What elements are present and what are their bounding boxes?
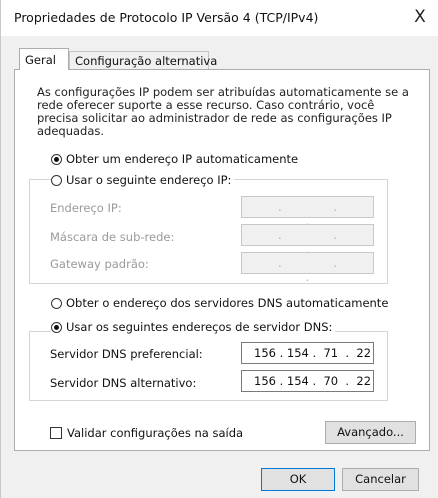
cancel-button[interactable]: Cancelar: [342, 468, 419, 491]
checkbox-unchecked-icon: [50, 427, 62, 439]
dns-preferred-label: Servidor DNS preferencial:: [50, 347, 203, 361]
ip-manual-label: Usar o seguinte endereço IP:: [66, 173, 232, 187]
dns-alternate-value: 156 . 154 . 70 . 22: [254, 374, 372, 388]
radio-selected-icon: [51, 322, 62, 333]
dns-alternate-input[interactable]: 156 . 154 . 70 . 22: [241, 370, 374, 392]
dns-manual-radio[interactable]: Usar os seguintes endereços de servidor …: [51, 320, 336, 334]
ip-manual-radio[interactable]: Usar o seguinte endereço IP:: [51, 173, 235, 187]
dns-alternate-label: Servidor DNS alternativo:: [50, 376, 197, 390]
description-text: As configurações IP podem ser atribuídas…: [37, 85, 409, 138]
ip-address-label: Endereço IP:: [50, 201, 122, 215]
validate-label: Validar configurações na saída: [67, 426, 244, 440]
title-bar: Propriedades de Protocolo IP Versão 4 (T…: [1, 0, 438, 36]
advanced-button[interactable]: Avançado...: [325, 421, 416, 444]
radio-unselected-icon: [51, 175, 62, 186]
default-gateway-dots: . . .: [278, 256, 361, 284]
tab-geral[interactable]: Geral: [19, 48, 69, 70]
validate-on-exit-checkbox[interactable]: Validar configurações na saída: [50, 426, 243, 440]
subnet-mask-label: Máscara de sub-rede:: [50, 230, 175, 244]
default-gateway-input[interactable]: . . .: [241, 252, 374, 284]
tab-configuracao-alternativa[interactable]: Configuração alternativa: [69, 51, 217, 70]
ip-auto-radio[interactable]: Obter um endereço IP automaticamente: [51, 152, 302, 166]
tcpip-properties-dialog: Propriedades de Protocolo IP Versão 4 (T…: [0, 0, 438, 498]
dns-auto-label: Obter o endereço dos servidores DNS auto…: [66, 296, 389, 310]
radio-unselected-icon: [51, 298, 62, 309]
dns-preferred-value: 156 . 154 . 71 . 22: [254, 346, 372, 360]
subnet-mask-input[interactable]: . . .: [241, 224, 374, 256]
ip-auto-label: Obter um endereço IP automaticamente: [66, 152, 299, 166]
ip-address-input[interactable]: . . .: [241, 196, 374, 228]
dns-preferred-input[interactable]: 156 . 154 . 71 . 22: [241, 342, 374, 364]
dns-auto-radio[interactable]: Obter o endereço dos servidores DNS auto…: [51, 296, 392, 310]
dns-manual-label: Usar os seguintes endereços de servidor …: [66, 320, 333, 334]
radio-selected-icon: [51, 154, 62, 165]
window-title: Propriedades de Protocolo IP Versão 4 (T…: [14, 10, 319, 25]
ok-button[interactable]: OK: [261, 468, 335, 491]
default-gateway-label: Gateway padrão:: [50, 257, 149, 271]
close-icon[interactable]: X: [409, 6, 431, 28]
